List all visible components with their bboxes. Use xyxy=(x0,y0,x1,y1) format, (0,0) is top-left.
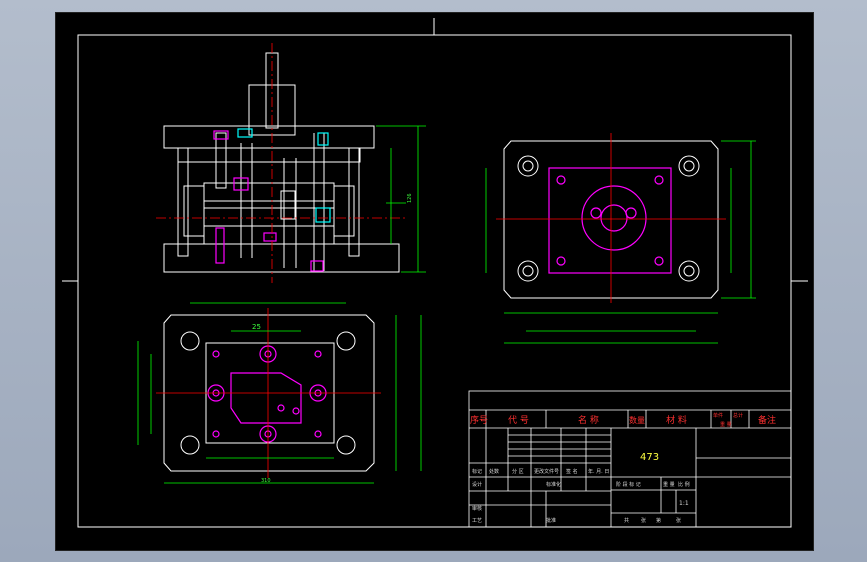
tb-row-date: 年. 月. 日 xyxy=(588,468,609,475)
title-block-rows: 标记 处数 分 区 更改文件号 签 名 年. 月. 日 设计 标准化 阶 段 标… xyxy=(472,468,690,524)
tb-sheets: 共 xyxy=(624,517,629,524)
tb-approve: 批准 xyxy=(546,517,556,524)
tb-sheet-no: 第 xyxy=(656,517,661,524)
tb-single: 单件 xyxy=(713,412,723,419)
bottom-left-highlights xyxy=(207,345,327,443)
front-view-centerlines xyxy=(156,43,406,283)
tb-remarks: 备注 xyxy=(758,414,776,426)
tb-name: 名 称 xyxy=(578,414,599,426)
title-block xyxy=(468,390,792,528)
tb-row-zone: 分 区 xyxy=(512,468,524,475)
top-right-dimensions xyxy=(485,140,756,344)
tb-row-mark: 标记 xyxy=(472,468,482,475)
tb-material: 材 料 xyxy=(666,414,687,426)
tb-seq: 序号 xyxy=(470,414,488,426)
tb-standardize: 标准化 xyxy=(546,481,561,488)
plan-dim-top: 25 xyxy=(252,323,261,331)
tb-stage-mark: 阶 段 标 记 xyxy=(616,481,641,488)
top-right-centerlines xyxy=(496,133,726,303)
tb-row-sign: 签 名 xyxy=(566,468,578,475)
tb-reviewer: 审核 xyxy=(472,505,482,512)
tb-sheet-word2: 张 xyxy=(676,517,681,524)
tb-part-number: 473 xyxy=(640,452,659,463)
front-view-dimensions xyxy=(376,125,426,273)
front-section-view xyxy=(163,52,400,273)
tb-row-count: 处数 xyxy=(489,468,499,475)
bottom-left-centerlines xyxy=(156,308,381,478)
cad-viewport[interactable]: 126 25 310 序号 代 号 名 称 数量 材 料 单件 总计 重 量 备… xyxy=(55,12,814,551)
title-block-header: 序号 代 号 名 称 数量 材 料 单件 总计 重 量 备注 xyxy=(470,412,776,428)
tb-total: 总计 xyxy=(733,412,743,419)
tb-code: 代 号 xyxy=(508,415,529,426)
inner-frame xyxy=(77,34,792,528)
tb-row-doc: 更改文件号 xyxy=(534,468,559,475)
tb-scale-label: 比 例 xyxy=(678,481,690,488)
tb-scale: 1:1 xyxy=(679,500,689,507)
plan-dim-bottom: 310 xyxy=(261,478,271,484)
tb-sheet-word: 张 xyxy=(641,517,646,524)
tb-weight: 重 量 xyxy=(720,421,732,428)
tb-designer: 设计 xyxy=(472,481,482,488)
cad-drawing: 126 25 310 序号 代 号 名 称 数量 材 料 单件 总计 重 量 备… xyxy=(62,18,808,528)
tb-process: 工艺 xyxy=(472,518,482,524)
top-right-highlights xyxy=(548,167,672,274)
tb-weight-label: 重 量 xyxy=(663,481,675,488)
tb-qty: 数量 xyxy=(629,415,645,425)
front-dim-label: 126 xyxy=(407,193,413,203)
